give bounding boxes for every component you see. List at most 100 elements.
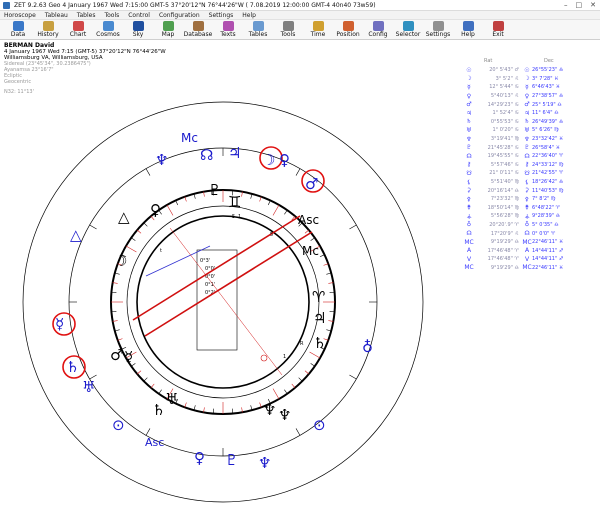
minimize-icon[interactable]: – [564,1,568,9]
toolbar-exit-button[interactable]: Exit [483,20,513,40]
settings-icon [432,21,444,31]
table-cell-g2: V [524,255,530,263]
table-cell-g1: ♄ [466,118,472,126]
toolbar-label: Data [10,31,26,38]
toolbar-texts-button[interactable]: Texts [213,20,243,40]
degree-tick [304,370,309,375]
tools-icon [282,21,294,31]
inner-s1-label: 5 [232,214,235,220]
sun-outer-icon: ⊙ [112,416,125,434]
toolbar-chart-button[interactable]: Chart [63,20,93,40]
north-node-inner-icon: ♊ [228,193,241,211]
menu-tableau[interactable]: Tableau [45,12,68,19]
menu-settings[interactable]: Settings [209,12,234,19]
toolbar-label: Config [368,31,388,38]
table-row: MC 9°19'29" ♎ MC 22°46'11" ♓ [464,264,596,273]
table-row: ⚷ 5°57'46" ♋ ⚷ 24°33'12" ♍ [464,161,596,170]
toolbar: Data History Chart Cosmos Sky Map Database Text… [0,20,600,40]
menu-bar: Horoscope Tableau Tables Tools Control C… [0,11,600,20]
menu-help[interactable]: Help [242,12,256,19]
app-icon [3,1,10,9]
table-cell-g1: ☉ [466,66,472,74]
table-row: ⚳ 20°16'14" ♎ ⚳ 11°40'53" ♍ [464,186,596,195]
saturn-outer-icon: ♄ [66,358,79,376]
toolbar-selector-button[interactable]: Selector [393,20,423,40]
toolbar-map-button[interactable]: Map [153,20,183,40]
degree-tick [304,229,309,234]
table-cell-lat: 1° 52'4" ♋ [492,110,519,117]
toolbar-label: Selector [395,31,421,38]
table-cell-dec: 26°55'23" ♎ [532,67,564,74]
astrology-chart-wheel[interactable]: 0°3' 0°0' 0°0' 0°1' 0°2' Mc Asc Asc Mc t… [0,40,460,531]
window-controls: – □ ✕ [564,1,596,9]
toolbar-label: Texts [220,31,236,38]
history-icon [42,21,54,31]
table-row: ☋ 21° 0'11" ♋ ☋ 21°42'55" ♈ [464,169,596,178]
table-cell-g1: ⚴ [466,195,472,203]
toolbar-label: Exit [492,31,504,38]
table-cell-g2: ☊ [524,152,530,160]
menu-control[interactable]: Control [128,12,150,19]
table-cell-lat: 20°20'.9" ♈ [489,221,519,228]
degree-tick [309,351,321,359]
config-icon [372,21,384,31]
toolbar-settings-button[interactable]: Settings [423,20,453,40]
table-cell-dec: 11°40'53" ♍ [532,187,564,194]
toolbar-config-button[interactable]: Config [363,20,393,40]
degree-tick [284,210,288,215]
toolbar-data-button[interactable]: Data [3,20,33,40]
table-row: ☿ 12° 5'44" ♋ ☿ 6°46'43" ♓ [464,83,596,92]
table-cell-g2: ⚶ [524,212,530,220]
toolbar-label: Tools [280,31,296,38]
pluto-outer-icon: ♀ [279,151,290,169]
table-cell-lat: 7°23'32" ♍ [490,196,519,203]
menu-tables[interactable]: Tables [77,12,96,19]
table-row: ⚸ 5°51'40" ♍ ⚸ 18°26'42" ♎ [464,178,596,187]
table-cell-g1: MC [464,264,474,272]
degree-tick [137,229,142,234]
table-cell-g2: ♃ [524,109,530,117]
table-cell-g1: ♁ [466,221,472,229]
table-header: Rat Dec [464,58,596,66]
menu-tools[interactable]: Tools [104,12,119,19]
degree-tick [267,200,271,206]
toolbar-history-button[interactable]: History [33,20,63,40]
table-row: ⚴ 7°23'32" ♍ ⚴ 7° 8'2" ♍ [464,195,596,204]
table-cell-g1: ♇ [466,144,472,152]
toolbar-label: Settings [425,31,451,38]
toolbar-position-button[interactable]: Position [333,20,363,40]
house-tick [349,374,357,380]
menu-horoscope[interactable]: Horoscope [4,12,36,19]
close-icon[interactable]: ✕ [590,1,596,9]
degree-tick [137,370,142,375]
toolbar-label: Help [461,31,475,38]
menu-configuration[interactable]: Configuration [159,12,200,19]
saturn-inner-icon: ♄ [313,334,326,352]
table-cell-dec: 21°42'55" ♈ [532,170,564,177]
toolbar-cosmos-button[interactable]: Cosmos [93,20,123,40]
degree-tick [272,388,280,400]
table-cell-dec: 3° 7'28" ♓ [532,75,559,82]
table-row: MC 9°19'29" ♎ MC 22°46'11" ♓ [464,238,596,247]
position-icon [342,21,354,31]
toolbar-tables-button[interactable]: Tables [243,20,273,40]
maximize-icon[interactable]: □ [576,1,583,9]
table-cell-dec: 22°46'11" ♓ [532,264,564,271]
house-tick [295,428,301,436]
table-cell-dec: 25° 5'19" ♎ [532,101,562,108]
table-cell-lat: 21° 0'11" ♋ [489,170,519,177]
table-header-right: Dec [544,58,554,64]
table-cell-g2: ♆ [524,135,530,143]
toolbar-time-button[interactable]: Time [303,20,333,40]
table-cell-lat: 5°57'46" ♋ [490,161,519,168]
table-cell-lat: 0°55'53" ♋ [490,118,519,125]
toolbar-label: History [37,31,59,38]
toolbar-sky-button[interactable]: Sky [123,20,153,40]
table-cell-lat: 17°20'9" ♌ [490,230,519,237]
table-row: ♂ 14°29'23" ♋ ♂ 25° 5'19" ♎ [464,100,596,109]
table-cell-g2: ♇ [524,144,530,152]
toolbar-tools-button[interactable]: Tools [273,20,303,40]
toolbar-help-button[interactable]: Help [453,20,483,40]
toolbar-database-button[interactable]: Database [183,20,213,40]
tables-icon [252,21,264,31]
